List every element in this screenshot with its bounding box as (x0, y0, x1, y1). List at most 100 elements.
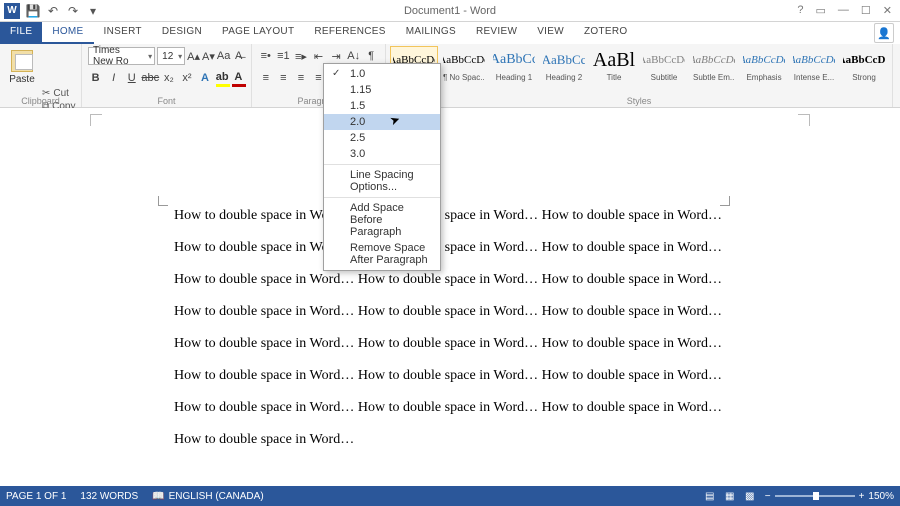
document-area[interactable]: How to double space in Word… How to doub… (0, 108, 900, 486)
subscript-button[interactable]: x₂ (161, 70, 176, 86)
style-item[interactable]: AaBbCcDc Strong (840, 46, 888, 91)
strikethrough-button[interactable]: abc (142, 70, 158, 86)
highlight-color-icon[interactable]: ab (216, 71, 229, 85)
style-name: Strong (843, 73, 885, 82)
italic-button[interactable]: I (106, 70, 121, 86)
web-layout-icon[interactable]: ▩ (743, 489, 757, 503)
change-case-icon[interactable]: Aa (217, 48, 230, 64)
line-spacing-1-5[interactable]: 1.5 (324, 98, 440, 114)
tab-insert[interactable]: INSERT (94, 22, 152, 44)
decrease-indent-icon[interactable]: ⇤ (311, 48, 327, 64)
increase-indent-icon[interactable]: ⇥ (328, 48, 344, 64)
paste-button[interactable]: Paste (6, 46, 38, 85)
bullets-icon[interactable]: ≡• (258, 48, 274, 64)
minimize-icon[interactable]: — (838, 4, 849, 17)
sort-icon[interactable]: A↓ (346, 48, 362, 64)
style-name: Subtitle (643, 73, 685, 82)
style-sample: AaBbCcDd (743, 49, 785, 71)
zoom-in-icon[interactable]: + (859, 491, 865, 502)
save-icon[interactable]: 💾 (26, 4, 40, 18)
style-item[interactable]: AaBbCcDd¶ No Spac... (440, 46, 488, 91)
line-spacing-1-15[interactable]: 1.15 (324, 82, 440, 98)
zoom-level[interactable]: 150% (868, 491, 894, 502)
style-sample: AaBbCc (493, 49, 535, 71)
qat-customize-icon[interactable]: ▾ (86, 4, 100, 18)
line-spacing-menu: 1.0 1.15 1.5 2.0 2.5 3.0 Line Spacing Op… (323, 63, 441, 271)
group-label-font: Font (82, 96, 251, 106)
font-size-combobox[interactable]: 12 (157, 47, 185, 65)
ribbon-display-icon[interactable]: ▭ (816, 4, 826, 17)
superscript-button[interactable]: x² (179, 70, 194, 86)
group-clipboard: Paste ✂ Cut ⧉ Copy 🖌 Format Painter Clip… (0, 44, 82, 107)
underline-button[interactable]: U (124, 70, 139, 86)
clear-formatting-icon[interactable]: A̶ (232, 48, 245, 64)
group-label-clipboard: Clipboard (0, 96, 81, 106)
zoom-control[interactable]: − + 150% (765, 491, 894, 502)
style-item[interactable]: AaBbCc Heading 1 (490, 46, 538, 91)
tab-home[interactable]: HOME (42, 22, 93, 44)
line-spacing-options[interactable]: Line Spacing Options... (324, 167, 440, 195)
font-family-combobox[interactable]: Times New Ro (88, 47, 155, 65)
style-item[interactable]: AaBlTitle (590, 46, 638, 91)
add-space-before-paragraph[interactable]: Add Space Before Paragraph (324, 200, 440, 240)
style-name: Subtle Em... (693, 73, 735, 82)
style-sample: AaBbCcDd (643, 49, 685, 71)
help-icon[interactable]: ? (797, 4, 803, 17)
tab-page-layout[interactable]: PAGE LAYOUT (212, 22, 304, 44)
style-item[interactable]: AaBbCcDd Subtitle (640, 46, 688, 91)
page-corner-icon (90, 114, 102, 126)
align-right-icon[interactable]: ≡ (293, 70, 309, 86)
style-item[interactable]: AaBbCcDd Emphasis (740, 46, 788, 91)
page-corner-icon (798, 114, 810, 126)
status-bar: PAGE 1 OF 1 132 WORDS 📖 ENGLISH (CANADA)… (0, 486, 900, 506)
show-hide-icon[interactable]: ¶ (363, 48, 379, 64)
tab-design[interactable]: DESIGN (152, 22, 212, 44)
ribbon: Paste ✂ Cut ⧉ Copy 🖌 Format Painter Clip… (0, 44, 900, 108)
style-item[interactable]: AaBbCcDdIntense E... (790, 46, 838, 91)
close-icon[interactable]: ✕ (883, 4, 892, 17)
text-effects-icon[interactable]: A (197, 70, 212, 86)
tab-review[interactable]: REVIEW (466, 22, 527, 44)
status-page[interactable]: PAGE 1 OF 1 (6, 491, 66, 502)
style-name: Heading 1 (493, 73, 535, 82)
group-styles: AaBbCcDd¶ NormalAaBbCcDd¶ No Spac...AaBb… (386, 44, 893, 107)
line-spacing-3-0[interactable]: 3.0 (324, 146, 440, 162)
line-spacing-2-5[interactable]: 2.5 (324, 130, 440, 146)
print-layout-icon[interactable]: ▦ (723, 489, 737, 503)
read-mode-icon[interactable]: ▤ (703, 489, 717, 503)
maximize-icon[interactable]: ☐ (861, 4, 871, 17)
font-color-icon[interactable]: A (232, 71, 245, 85)
tab-references[interactable]: REFERENCES (304, 22, 395, 44)
style-sample: AaBbCcDd (793, 49, 835, 71)
redo-icon[interactable]: ↷ (66, 4, 80, 18)
paste-label: Paste (9, 74, 35, 85)
align-left-icon[interactable]: ≡ (258, 70, 274, 86)
line-spacing-2-0[interactable]: 2.0 (324, 114, 440, 130)
align-center-icon[interactable]: ≡ (276, 70, 292, 86)
account-icon[interactable]: 👤 (874, 23, 894, 43)
group-font: Times New Ro 12 A▴ A▾ Aa A̶ B I U abc x₂… (82, 44, 252, 107)
status-word-count[interactable]: 132 WORDS (80, 491, 138, 502)
zoom-slider[interactable] (775, 495, 855, 497)
style-name: Emphasis (743, 73, 785, 82)
numbering-icon[interactable]: ≡1 (276, 48, 292, 64)
undo-icon[interactable]: ↶ (46, 4, 60, 18)
tab-mailings[interactable]: MAILINGS (396, 22, 466, 44)
status-language[interactable]: 📖 ENGLISH (CANADA) (152, 491, 263, 502)
remove-space-after-paragraph[interactable]: Remove Space After Paragraph (324, 240, 440, 268)
style-item[interactable]: AaBbCcHeading 2 (540, 46, 588, 91)
zoom-out-icon[interactable]: − (765, 491, 771, 502)
bold-button[interactable]: B (88, 70, 103, 86)
tab-file[interactable]: FILE (0, 22, 42, 44)
style-sample: AaBbCcDc (843, 49, 885, 71)
multilevel-list-icon[interactable]: ≡▸ (293, 48, 309, 64)
line-spacing-1-0[interactable]: 1.0 (324, 66, 440, 82)
grow-font-icon[interactable]: A▴ (187, 48, 200, 64)
group-label-editing: Editing (893, 96, 900, 106)
styles-gallery[interactable]: AaBbCcDd¶ NormalAaBbCcDd¶ No Spac...AaBb… (390, 46, 888, 91)
document-body[interactable]: How to double space in Word… How to doub… (174, 200, 722, 456)
tab-zotero[interactable]: ZOTERO (574, 22, 637, 44)
style-item[interactable]: AaBbCcDdSubtle Em... (690, 46, 738, 91)
tab-view[interactable]: VIEW (527, 22, 574, 44)
shrink-font-icon[interactable]: A▾ (202, 48, 215, 64)
